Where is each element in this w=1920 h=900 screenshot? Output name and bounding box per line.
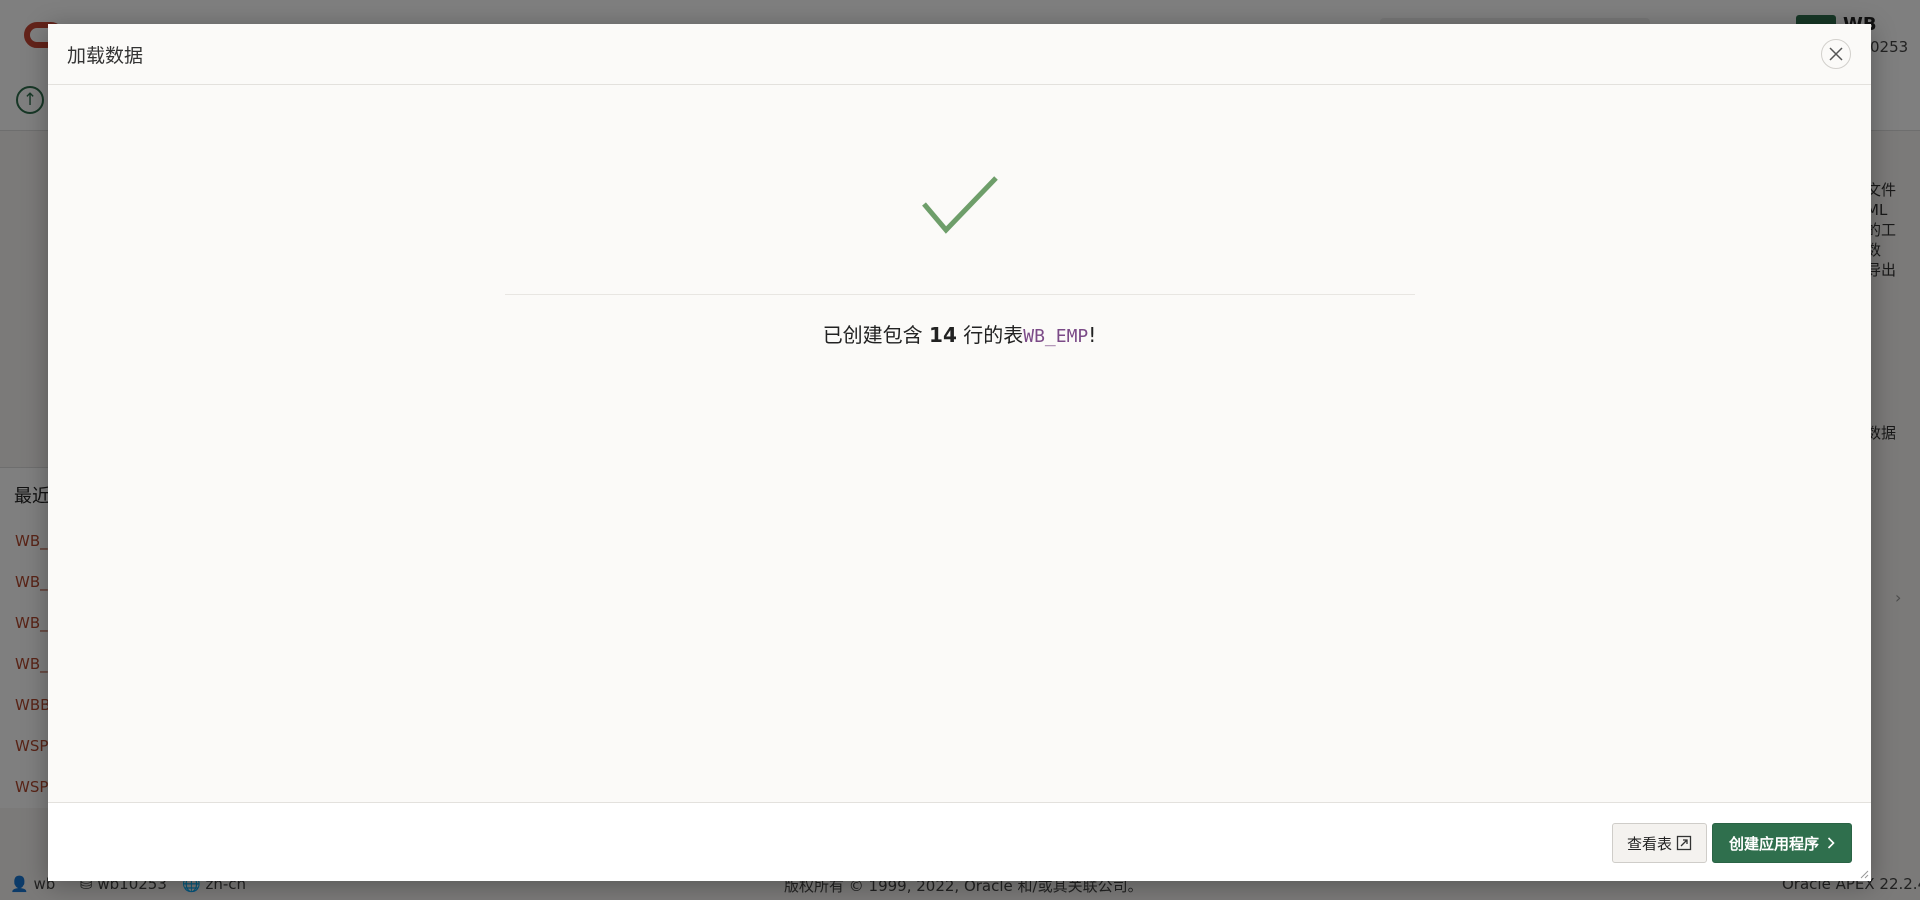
view-table-label: 查看表: [1627, 834, 1673, 853]
message-prefix: 已创建包含: [822, 323, 923, 347]
resize-handle-icon[interactable]: [1859, 869, 1869, 879]
message-middle: 行的表: [963, 323, 1024, 347]
close-button[interactable]: [1821, 39, 1851, 69]
load-data-dialog: 加载数据 已创建包含 14 行的表WB_EMP! 查看表 创建应用程序: [48, 24, 1871, 881]
dialog-header: 加载数据: [48, 24, 1871, 85]
external-link-icon: [1676, 835, 1692, 851]
message-suffix: !: [1088, 323, 1097, 347]
table-name: WB_EMP: [1023, 326, 1089, 347]
divider: [505, 294, 1415, 295]
dialog-title: 加载数据: [67, 45, 144, 67]
success-check-icon: [922, 176, 998, 234]
view-table-button[interactable]: 查看表: [1612, 823, 1708, 863]
row-count: 14: [929, 323, 957, 347]
success-message: 已创建包含 14 行的表WB_EMP!: [48, 319, 1871, 348]
create-app-button[interactable]: 创建应用程序: [1712, 823, 1853, 863]
close-icon: [1829, 47, 1843, 61]
create-app-label: 创建应用程序: [1729, 834, 1820, 853]
chevron-right-icon: [1827, 837, 1835, 849]
dialog-footer: 查看表 创建应用程序: [48, 802, 1871, 881]
